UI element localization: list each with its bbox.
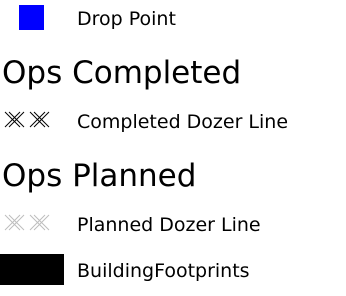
planned-dozer-line-label: Planned Dozer Line [77, 214, 261, 236]
map-legend: Drop Point Ops Completed Completed Dozer… [0, 0, 346, 296]
ops-planned-heading: Ops Planned [2, 158, 197, 194]
drop-point-swatch-fill [19, 5, 44, 30]
drop-point-square-icon [19, 5, 44, 30]
completed-dozer-line-icon [3, 109, 51, 129]
drop-point-label: Drop Point [77, 8, 176, 30]
building-footprints-label: BuildingFootprints [77, 260, 250, 282]
building-footprints-swatch-fill [0, 254, 64, 285]
planned-dozer-line-icon [3, 212, 51, 232]
completed-dozer-line-label: Completed Dozer Line [77, 111, 289, 133]
ops-completed-heading: Ops Completed [2, 55, 242, 91]
building-footprints-rectangle-icon [0, 254, 64, 285]
